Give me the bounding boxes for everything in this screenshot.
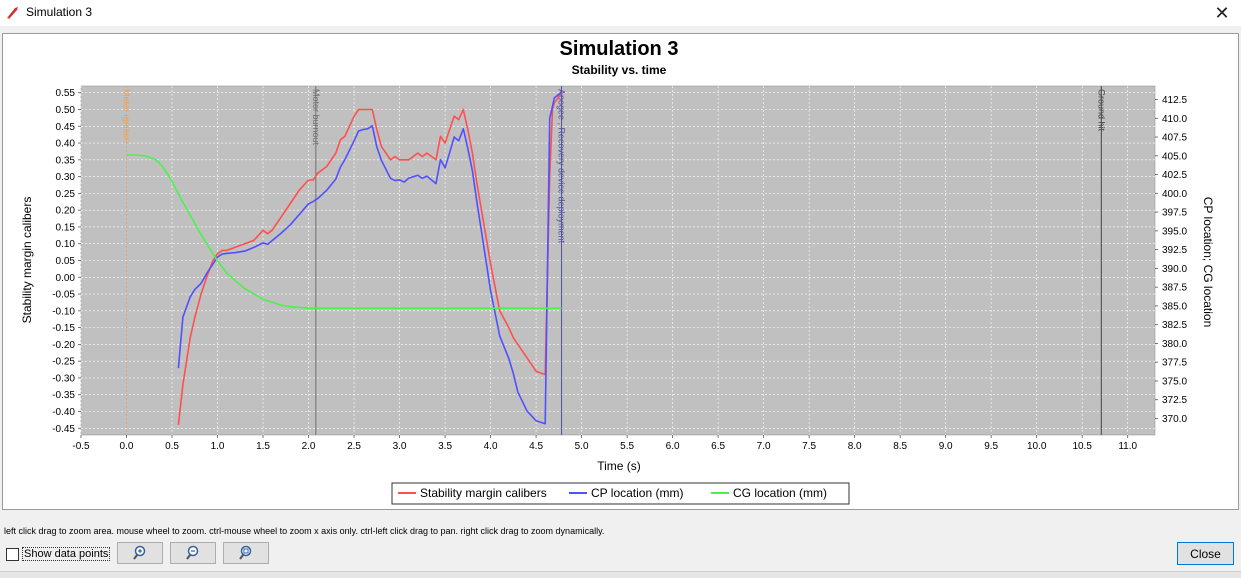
- y-left-tick-label: 0.10: [56, 239, 76, 250]
- y-left-tick-label: 0.20: [56, 206, 76, 217]
- y-left-axis-label: Stability margin calibers: [20, 197, 34, 324]
- event-label: Ground hit: [1096, 89, 1106, 132]
- chart-legend: Stability margin calibers CP location (mm…: [391, 482, 850, 505]
- y-right-tick-label: 375.0: [1162, 376, 1187, 387]
- y-right-tick-label: 370.0: [1162, 414, 1187, 425]
- x-axis-label: Time (s): [597, 459, 641, 473]
- x-tick-label: 5.5: [620, 441, 634, 452]
- y-right-tick-label: 412.5: [1162, 95, 1187, 106]
- x-tick-label: 3.0: [393, 441, 407, 452]
- y-left-tick-label: 0.00: [56, 273, 76, 284]
- x-tick-label: 6.0: [666, 441, 680, 452]
- y-right-tick-label: 397.5: [1162, 208, 1187, 219]
- zoom-fit-button[interactable]: [223, 542, 269, 564]
- title-bar: Simulation 3 ✕: [0, 0, 1241, 26]
- y-left-tick-label: 0.30: [56, 172, 76, 183]
- y-right-tick-label: 385.0: [1162, 301, 1187, 312]
- y-left-tick-label: -0.10: [52, 306, 75, 317]
- x-tick-label: 8.5: [893, 441, 907, 452]
- x-tick-label: 8.0: [848, 441, 862, 452]
- y-left-tick-label: -0.25: [52, 357, 75, 368]
- x-tick-label: 0.5: [165, 441, 179, 452]
- x-axis-ticks: -0.5 0.0 0.5 1.0 1.5 2.0 2.5 3.0 3.5 4.0 4.5 5.0 5.5…: [72, 435, 1137, 452]
- y-left-tick-label: 0.35: [56, 155, 76, 166]
- usage-hint: left click drag to zoom area. mouse whee…: [4, 526, 605, 536]
- y-left-tick-label: 0.25: [56, 189, 76, 200]
- x-tick-label: 10.0: [1027, 441, 1047, 452]
- y-right-tick-label: 390.0: [1162, 264, 1187, 275]
- show-data-points-label: Show data points: [22, 547, 111, 561]
- y-right-tick-label: 400.0: [1162, 189, 1187, 200]
- window-close-button[interactable]: ✕: [1211, 2, 1233, 24]
- y-left-tick-label: -0.45: [52, 424, 75, 435]
- x-tick-label: -0.5: [72, 441, 90, 452]
- y-left-tick-label: 0.40: [56, 139, 76, 150]
- y-right-tick-label: 382.5: [1162, 320, 1187, 331]
- legend-label: CG location (mm): [733, 486, 827, 500]
- y-left-tick-label: -0.20: [52, 340, 75, 351]
- y-right-tick-label: 377.5: [1162, 358, 1187, 369]
- chart-subtitle: Stability vs. time: [572, 63, 667, 77]
- window-title: Simulation 3: [26, 5, 93, 19]
- y-left-tick-label: -0.40: [52, 407, 75, 418]
- x-tick-label: 3.5: [438, 441, 452, 452]
- y-right-tick-label: 387.5: [1162, 283, 1187, 294]
- x-tick-label: 6.5: [711, 441, 725, 452]
- y-right-tick-label: 395.0: [1162, 226, 1187, 237]
- y-right-tick-label: 405.0: [1162, 151, 1187, 162]
- y-left-tick-label: 0.50: [56, 105, 76, 116]
- chart-title: Simulation 3: [560, 38, 679, 60]
- x-tick-label: 2.0: [302, 441, 316, 452]
- zoom-in-button[interactable]: [117, 542, 163, 564]
- stability-chart[interactable]: Simulation 3 Stability vs. time Motor ig…: [3, 34, 1238, 509]
- chart-panel[interactable]: Simulation 3 Stability vs. time Motor ig…: [2, 33, 1239, 510]
- legend-label: CP location (mm): [591, 486, 683, 500]
- event-label: Apogee , Recovery device deployment: [557, 89, 567, 244]
- y-left-tick-label: -0.35: [52, 390, 75, 401]
- x-tick-label: 9.5: [984, 441, 998, 452]
- y-right-tick-label: 407.5: [1162, 133, 1187, 144]
- y-left-tick-label: -0.15: [52, 323, 75, 334]
- x-tick-label: 5.0: [575, 441, 589, 452]
- x-tick-label: 10.5: [1072, 441, 1092, 452]
- close-button[interactable]: Close: [1177, 542, 1234, 565]
- zoom-in-icon: [133, 545, 146, 560]
- y-left-ticks: 0.55 0.50 0.45 0.40 0.35 0.30 0.25 0.20 0.15 0.10…: [52, 88, 81, 435]
- zoom-out-button[interactable]: [170, 542, 216, 564]
- rocket-icon: [7, 7, 18, 19]
- y-right-ticks: 412.5 410.0 407.5 405.0 402.5 400.0 397.5 395.0…: [1155, 95, 1187, 425]
- y-right-tick-label: 372.5: [1162, 395, 1187, 406]
- x-tick-label: 4.5: [529, 441, 543, 452]
- x-tick-label: 0.0: [120, 441, 134, 452]
- y-left-tick-label: 0.05: [56, 256, 76, 267]
- x-tick-label: 2.5: [347, 441, 361, 452]
- x-tick-label: 1.0: [211, 441, 225, 452]
- event-label: Motor burnout: [311, 89, 321, 146]
- y-right-tick-label: 402.5: [1162, 170, 1187, 181]
- y-right-tick-label: 410.0: [1162, 114, 1187, 125]
- x-tick-label: 7.5: [802, 441, 816, 452]
- x-tick-label: 4.0: [484, 441, 498, 452]
- y-right-axis-label: CP location; CG location: [1201, 197, 1215, 328]
- y-right-tick-label: 380.0: [1162, 339, 1187, 350]
- x-tick-label: 7.0: [757, 441, 771, 452]
- y-left-tick-label: 0.45: [56, 122, 76, 133]
- y-right-tick-label: 392.5: [1162, 245, 1187, 256]
- zoom-out-icon: [186, 545, 199, 560]
- show-data-points-checkbox[interactable]: Show data points: [6, 546, 111, 562]
- y-left-tick-label: 0.55: [56, 88, 76, 99]
- zoom-fit-icon: [239, 545, 252, 560]
- legend-label: Stability margin calibers: [420, 486, 547, 500]
- y-left-tick-label: 0.15: [56, 222, 76, 233]
- y-left-tick-label: -0.30: [52, 373, 75, 384]
- event-label: Motor ignition: [122, 89, 132, 143]
- checkbox-box[interactable]: [6, 547, 19, 561]
- y-left-tick-label: -0.05: [52, 290, 75, 301]
- x-tick-label: 11.0: [1118, 441, 1137, 452]
- x-tick-label: 9.0: [939, 441, 953, 452]
- x-tick-label: 1.5: [256, 441, 270, 452]
